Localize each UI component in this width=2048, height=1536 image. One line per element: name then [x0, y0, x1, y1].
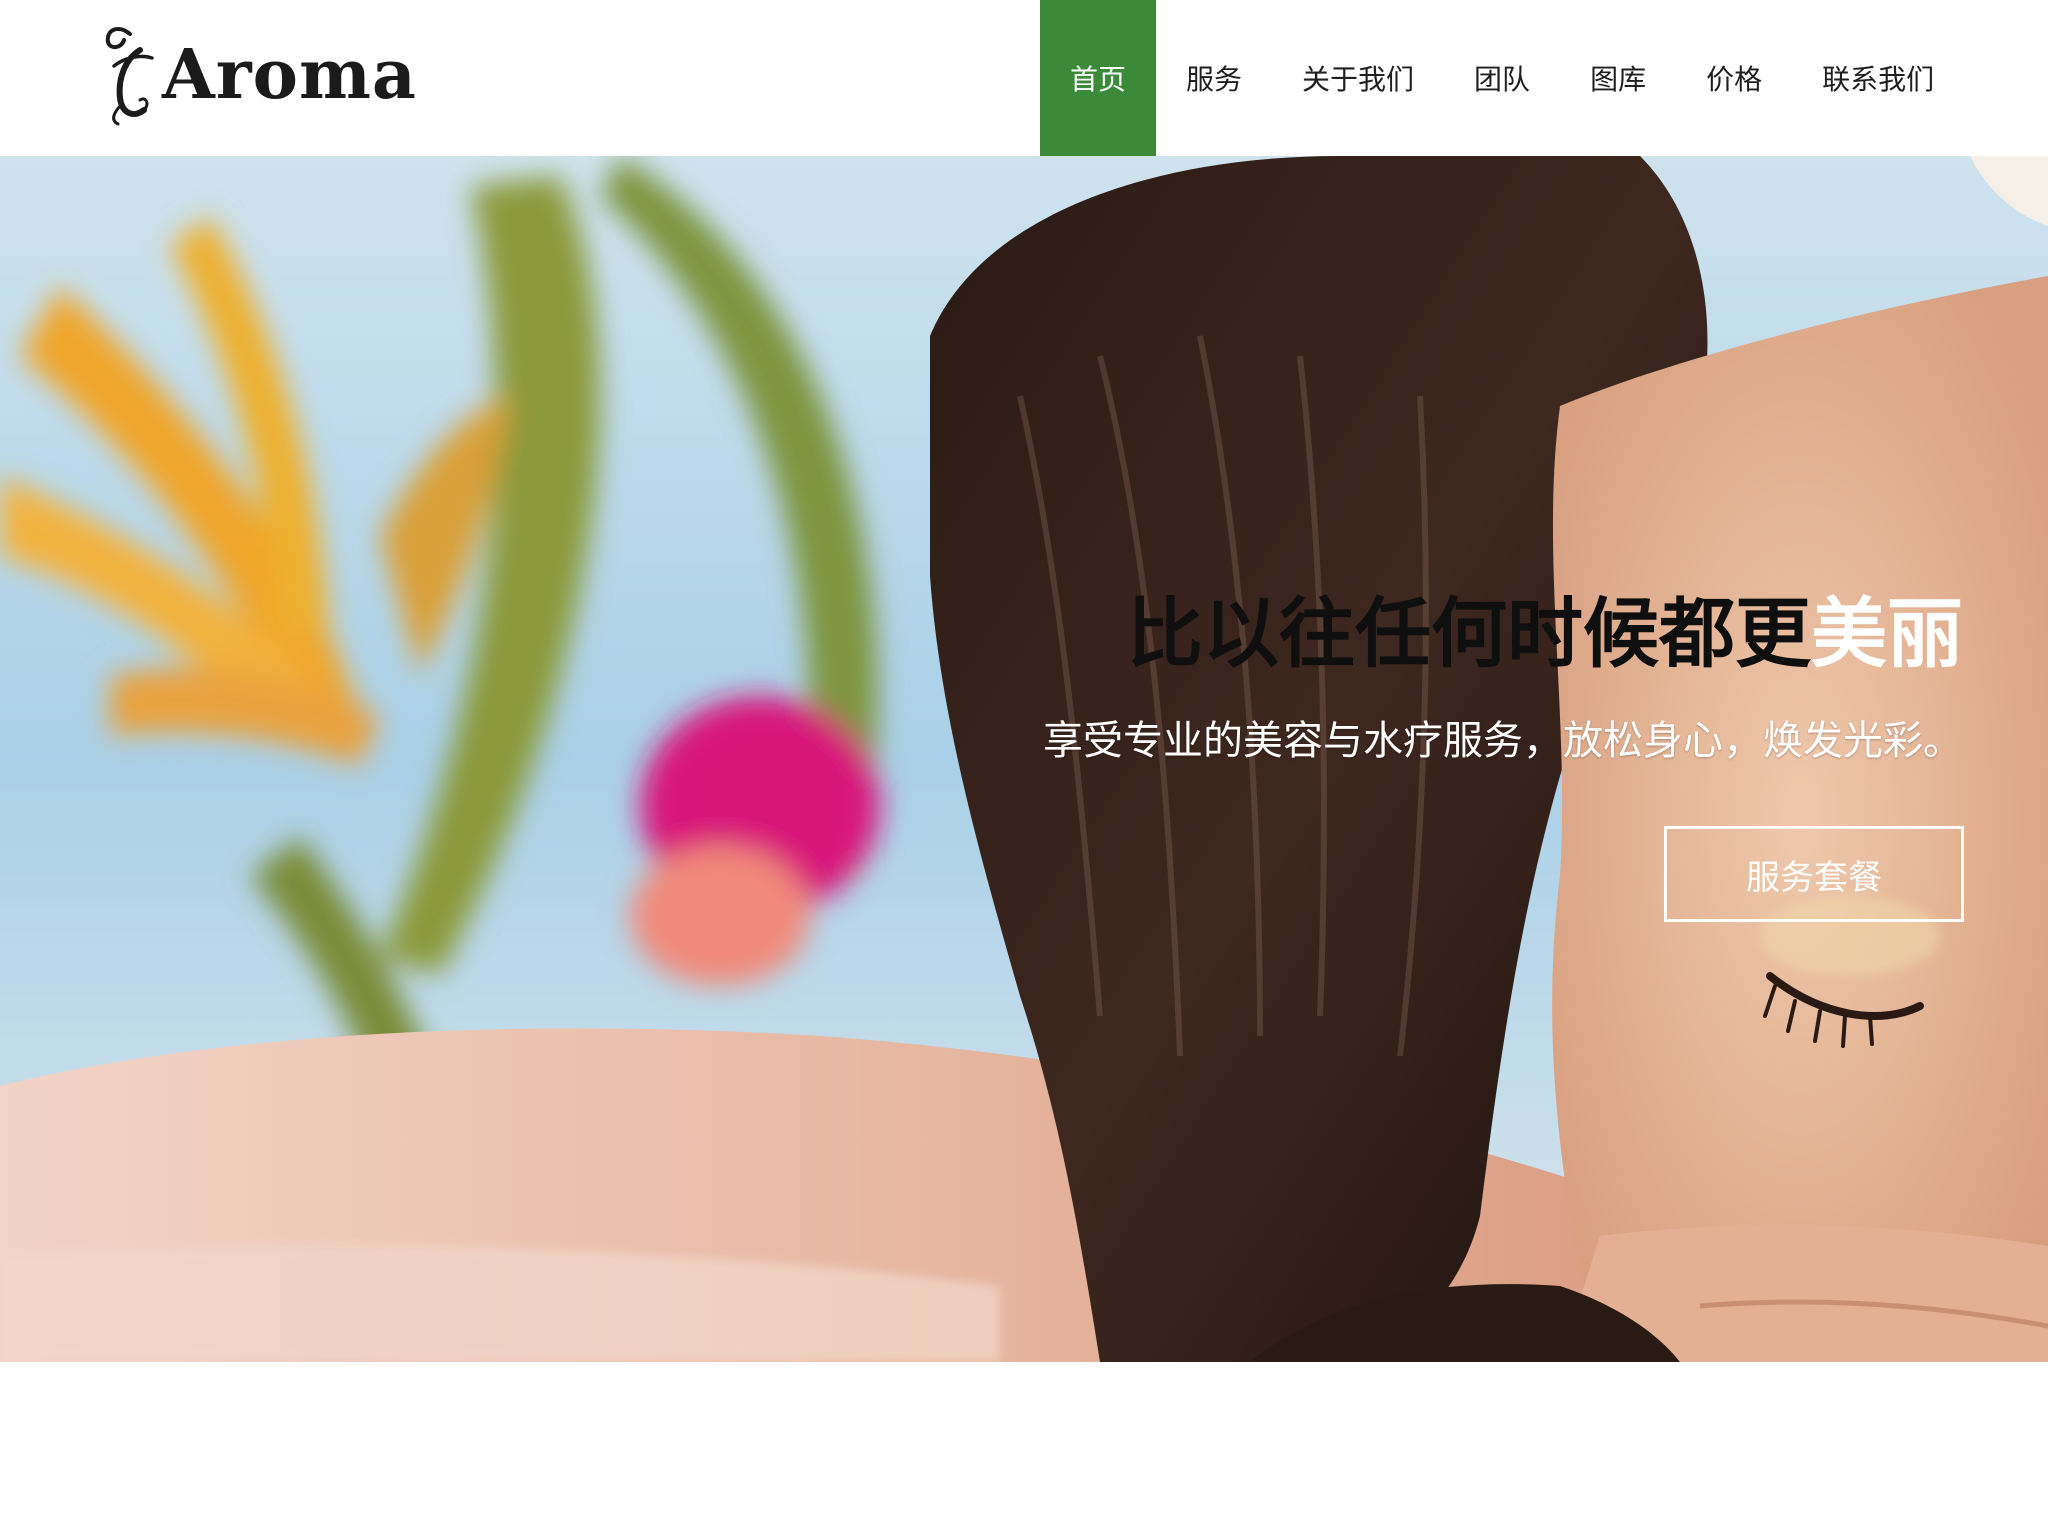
brand-name: Aroma — [162, 35, 417, 115]
hero-title: 比以往任何时候都更美丽 — [1127, 596, 1963, 672]
service-packages-button[interactable]: 服务套餐 — [1664, 826, 1964, 922]
nav-item-services[interactable]: 服务 — [1156, 0, 1272, 156]
nav-item-pricing[interactable]: 价格 — [1676, 0, 1792, 156]
logo-script-icon — [105, 26, 154, 126]
nav-item-about[interactable]: 关于我们 — [1272, 0, 1444, 156]
content-section — [0, 1362, 2048, 1536]
main-nav: 首页 服务 关于我们 团队 图库 价格 联系我们 — [1040, 0, 1964, 156]
hero-subtitle: 享受专业的美容与水疗服务，放松身心，焕发光彩。 — [1043, 718, 1963, 764]
brand-logo[interactable]: Aroma — [100, 20, 417, 130]
nav-item-gallery[interactable]: 图库 — [1560, 0, 1676, 156]
hero-title-dark: 比以往任何时候都更 — [1127, 589, 1811, 678]
site-header: Aroma 首页 服务 关于我们 团队 图库 价格 联系我们 — [0, 0, 2048, 156]
hero-section: 比以往任何时候都更美丽 享受专业的美容与水疗服务，放松身心，焕发光彩。 服务套餐 — [0, 156, 2048, 1362]
nav-item-contact[interactable]: 联系我们 — [1792, 0, 1964, 156]
nav-item-home[interactable]: 首页 — [1040, 0, 1157, 156]
hero-title-highlight: 美丽 — [1811, 589, 1963, 678]
nav-item-team[interactable]: 团队 — [1444, 0, 1560, 156]
